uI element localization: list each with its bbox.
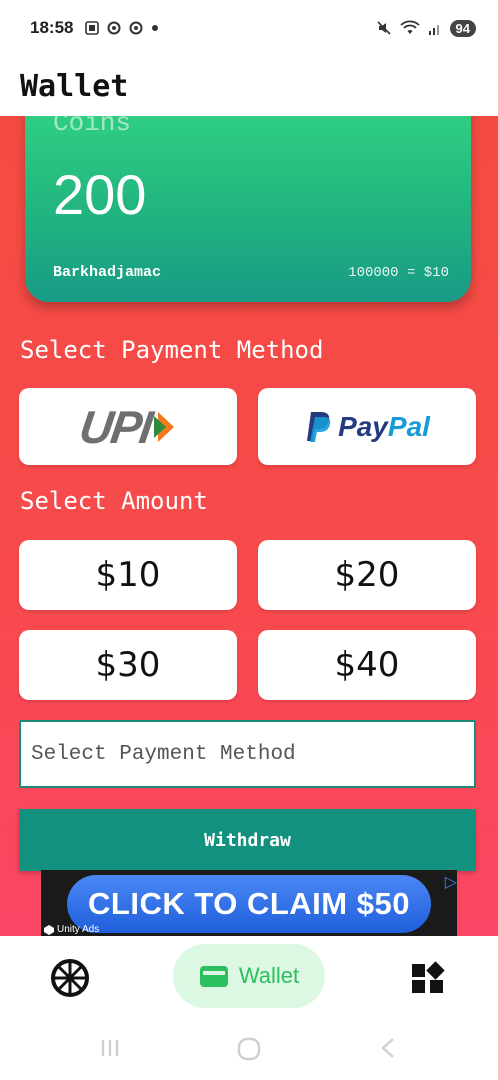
apps-grid-icon: [412, 961, 445, 993]
username: Barkhadjamac: [53, 264, 162, 281]
bottom-navigation: Wallet: [0, 936, 498, 1022]
nav-apps[interactable]: [406, 956, 450, 1000]
upi-logo-text: UPI: [76, 400, 154, 453]
upi-arrow-icon: [154, 411, 175, 442]
status-notification-icons: [85, 21, 159, 35]
ad-text: CLICK TO CLAIM $50: [88, 886, 410, 921]
page-title: Wallet: [20, 68, 129, 104]
ad-cta[interactable]: CLICK TO CLAIM $50: [67, 875, 431, 933]
nav-wallet[interactable]: Wallet: [173, 944, 325, 1008]
amount-heading: Select Amount: [20, 487, 208, 515]
status-time: 18:58: [30, 18, 74, 37]
system-navigation: [0, 1022, 498, 1080]
withdraw-label: Withdraw: [204, 829, 291, 851]
signal-icon: [428, 25, 439, 35]
mute-icon: [376, 21, 391, 35]
unity-icon: [44, 924, 54, 935]
amount-option-30[interactable]: $30: [19, 630, 237, 700]
app-icon: [129, 21, 143, 35]
coin-balance: 200: [53, 163, 147, 226]
payment-method-heading: Select Payment Method: [20, 336, 324, 364]
paypal-logo: PayPal: [304, 410, 430, 444]
adchoices-icon[interactable]: ▷: [445, 872, 457, 891]
coin-balance-card: Coins 200 Barkhadjamac 100000 = $10: [25, 116, 471, 302]
conversion-rate: 100000 = $10: [348, 265, 449, 281]
screenshot-icon: [85, 21, 100, 35]
status-bar: 18:58 94: [0, 0, 498, 56]
amount-option-40[interactable]: $40: [258, 630, 476, 700]
ad-badge: Unity Ads: [44, 924, 99, 935]
upi-option[interactable]: UPI: [19, 388, 237, 465]
nav-wallet-label: Wallet: [238, 963, 300, 988]
wifi-icon: [399, 20, 420, 34]
paypal-text-pay: Pay: [338, 410, 388, 442]
paypal-text-pal: Pal: [387, 410, 430, 442]
amount-label: $10: [95, 555, 161, 595]
battery-icon: 94: [449, 19, 476, 37]
dot-icon: [152, 25, 159, 31]
payment-method-placeholder: Select Payment Method: [31, 742, 296, 766]
ad-banner[interactable]: CLICK TO CLAIM $50 Unity Ads ▷: [41, 870, 457, 936]
paypal-option[interactable]: PayPal: [258, 388, 476, 465]
wheel-icon: [51, 959, 89, 997]
nav-wheel[interactable]: [48, 956, 92, 1000]
withdraw-button[interactable]: Withdraw: [19, 809, 476, 871]
wallet-content[interactable]: Coins 200 Barkhadjamac 100000 = $10 Sele…: [0, 116, 498, 936]
recents-icon[interactable]: [98, 1036, 122, 1060]
status-system-icons: 94: [376, 19, 476, 37]
amount-option-20[interactable]: $20: [258, 540, 476, 610]
amount-label: $30: [95, 645, 161, 685]
paypal-icon: [307, 411, 331, 442]
paypal-logo-text: PayPal: [338, 411, 430, 443]
home-icon[interactable]: [236, 1036, 262, 1062]
amount-label: $20: [334, 555, 400, 595]
wallet-icon: [199, 966, 228, 987]
upi-logo: UPI: [76, 400, 177, 454]
amount-label: $40: [334, 645, 400, 685]
back-icon[interactable]: [378, 1036, 398, 1060]
payment-method-input[interactable]: Select Payment Method: [19, 720, 476, 788]
ad-badge-text: Unity Ads: [57, 924, 100, 935]
app-bar: Wallet: [0, 56, 498, 116]
coin-label: Coins: [53, 116, 132, 138]
app-icon: [107, 21, 121, 35]
amount-option-10[interactable]: $10: [19, 540, 237, 610]
